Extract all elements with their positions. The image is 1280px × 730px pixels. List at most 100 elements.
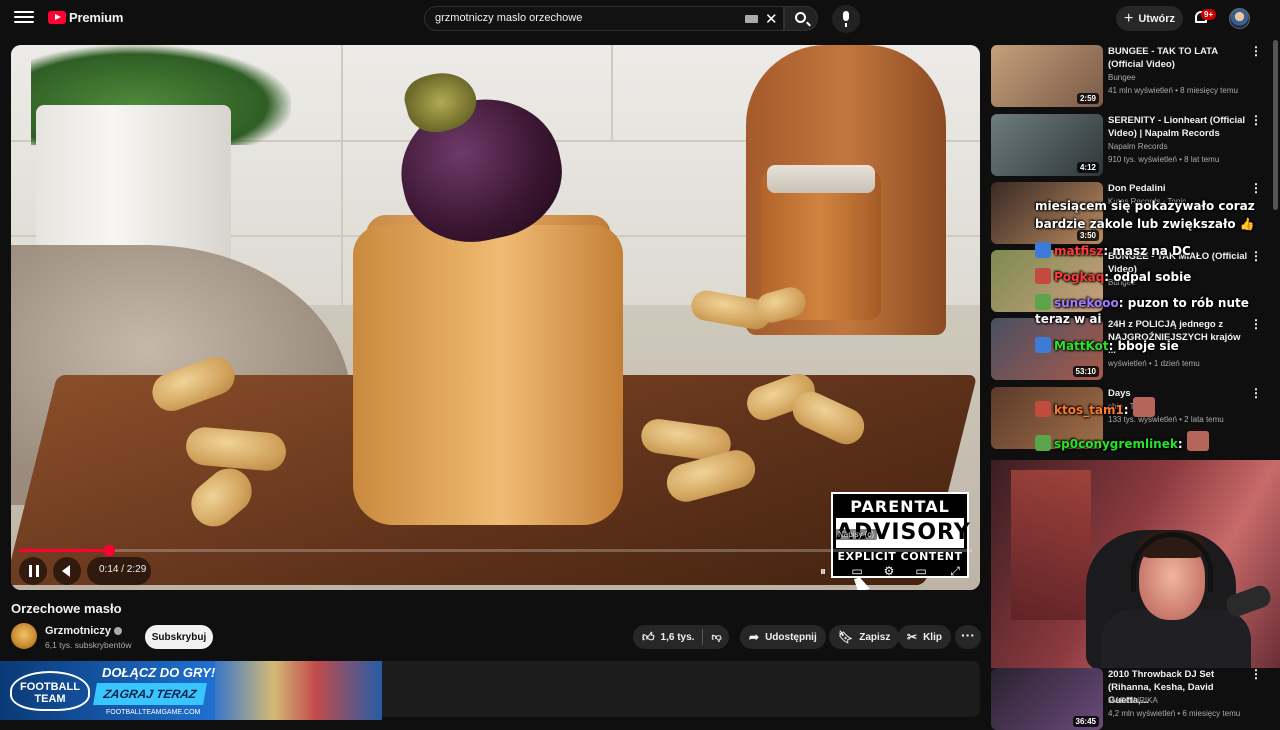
chat-message: matfisz: masz na DC: [1035, 242, 1191, 260]
like-count[interactable]: 1,6 tys.: [661, 632, 695, 643]
ad-logo: FOOTBALL TEAM: [10, 671, 90, 711]
autoplay-toggle-icon[interactable]: ⏸: [815, 565, 831, 578]
chat-message: sp0conygremlinek:: [1035, 431, 1209, 453]
share-button[interactable]: ➦ Udostępnij: [740, 625, 826, 649]
chat-text: : bboje sie: [1108, 339, 1179, 353]
sidebar-channel-name[interactable]: Bungee: [1108, 73, 1136, 82]
chat-message: bardzie zakole lub zwiększało 👍: [1035, 216, 1255, 233]
chat-username: MattKot: [1054, 339, 1109, 353]
more-options-icon[interactable]: ⋮: [1250, 114, 1262, 126]
chat-badge-icon: [1035, 435, 1051, 451]
more-actions-icon[interactable]: ···: [955, 625, 981, 649]
video-player[interactable]: PARENTAL ADVISORY EXPLICIT CONTENT 0:14 …: [11, 45, 980, 590]
subscriber-count: 6,1 tys. subskrybentów: [45, 640, 132, 650]
chat-badge-icon: [1035, 294, 1051, 310]
video-thumbnail[interactable]: 36:45: [991, 668, 1103, 730]
settings-gear-icon[interactable]: ⚙: [881, 565, 897, 578]
sidebar-video-title[interactable]: BUNGEE - TAK TO LATA (Official Video): [1108, 45, 1248, 71]
ad-cta-button[interactable]: ZAGRAJ TERAZ: [93, 683, 207, 705]
like-divider: [702, 629, 704, 645]
streamer-webcam: [991, 460, 1280, 668]
video-thumbnail[interactable]: 2:59: [991, 45, 1103, 107]
search-box[interactable]: grzmotniczy maslo orzechowe ✕: [424, 6, 784, 31]
youtube-premium-logo[interactable]: Premium: [48, 10, 123, 25]
more-options-icon[interactable]: ⋮: [1250, 45, 1262, 57]
chat-text: bardzie zakole lub zwiększało 👍: [1035, 217, 1255, 231]
chat-badge-icon: [1035, 337, 1051, 353]
ad-panel[interactable]: [382, 661, 980, 717]
scissors-icon: ✂: [907, 630, 918, 644]
account-avatar[interactable]: [1229, 8, 1250, 29]
channel-name[interactable]: Grzmotniczy: [45, 625, 111, 637]
menu-icon[interactable]: [14, 8, 34, 28]
subtitles-tooltip: Napisy (c): [835, 529, 878, 540]
clear-search-icon[interactable]: ✕: [765, 10, 778, 28]
create-button[interactable]: + Utwórz: [1116, 6, 1183, 31]
stream-chat-overlay: miesiącem się pokazywało coraz bardzie za…: [1035, 190, 1270, 455]
progress-fill: [19, 549, 109, 552]
progress-scrubber[interactable]: [103, 545, 115, 556]
scrollbar-thumb[interactable]: [1273, 40, 1278, 210]
progress-bar[interactable]: [19, 545, 972, 556]
clip-button[interactable]: ✂ Klip: [898, 625, 951, 649]
video-thumbnail[interactable]: 4:12: [991, 114, 1103, 176]
chat-message: ktos_tam1:: [1035, 397, 1155, 419]
notification-badge: 9+: [1201, 9, 1217, 20]
chat-message: sunekooo: puzon to rób nute: [1035, 294, 1249, 312]
ad-banner[interactable]: FOOTBALL TEAM DOŁĄCZ DO GRY! ZAGRAJ TERA…: [0, 661, 382, 720]
like-icon[interactable]: 👍︎: [642, 630, 655, 645]
bookmark-icon: 🔖︎: [838, 630, 854, 644]
sidebar-video-item[interactable]: 36:45 2010 Throwback DJ Set (Rihanna, Kes…: [991, 668, 1271, 730]
video-duration: 2:59: [1076, 93, 1099, 104]
keyboard-icon[interactable]: [745, 15, 758, 23]
channel-avatar[interactable]: [11, 623, 37, 649]
like-dislike-group: 👍︎ 1,6 tys. 👎︎: [633, 625, 729, 649]
theater-mode-icon[interactable]: ▭: [913, 565, 929, 578]
chat-username: ktos_tam1: [1054, 403, 1124, 417]
ad-url: FOOTBALLTEAMGAME.COM: [106, 709, 201, 716]
search-button[interactable]: [784, 6, 818, 31]
save-label: Zapisz: [859, 631, 891, 643]
youtube-play-icon: [48, 11, 66, 24]
time-display: 0:14 / 2:29: [87, 557, 151, 585]
mute-button[interactable]: [53, 557, 81, 585]
search-input[interactable]: grzmotniczy maslo orzechowe: [435, 12, 582, 24]
chat-username: sp0conygremlinek: [1054, 437, 1178, 451]
voice-search-button[interactable]: [832, 5, 860, 33]
chat-message: MattKot: bboje sie: [1035, 337, 1179, 355]
sidebar-video-meta: 4,2 mln wyświetleń • 6 miesięcy temu: [1108, 709, 1241, 718]
chat-text: : puzon to rób nute: [1118, 296, 1249, 310]
fullscreen-icon[interactable]: ⤢: [947, 565, 963, 578]
chat-badge-icon: [1035, 242, 1051, 258]
chat-badge-icon: [1035, 401, 1051, 417]
save-button[interactable]: 🔖︎ Zapisz: [829, 625, 900, 649]
video-duration: 4:12: [1076, 162, 1099, 173]
play-pause-button[interactable]: [19, 557, 47, 585]
top-bar: Premium grzmotniczy maslo orzechowe ✕ + U…: [0, 0, 1280, 36]
sidebar-video-item[interactable]: 2:59 BUNGEE - TAK TO LATA (Official Video…: [991, 45, 1271, 107]
subscribe-button[interactable]: Subskrybuj: [145, 625, 213, 649]
chat-message: teraz w ai: [1035, 311, 1102, 328]
sidebar-video-meta: 910 tys. wyświetleń • 8 lat temu: [1108, 155, 1220, 164]
chat-text: : masz na DC: [1103, 244, 1191, 258]
chat-message: miesiącem się pokazywało coraz: [1035, 198, 1255, 215]
more-options-icon[interactable]: ⋮: [1250, 668, 1262, 680]
volume-icon: [62, 565, 70, 577]
clip-label: Klip: [923, 631, 942, 643]
chat-username: sunekooo: [1054, 296, 1119, 310]
chat-text: miesiącem się pokazywało coraz: [1035, 199, 1255, 213]
share-icon: ➦: [749, 630, 760, 644]
channel-name-row[interactable]: Grzmotniczy: [45, 625, 123, 637]
sidebar-video-item[interactable]: 4:12 SERENITY - Lionheart (Official Video…: [991, 114, 1271, 176]
sidebar-video-title[interactable]: SERENITY - Lionheart (Official Video) | …: [1108, 114, 1248, 140]
logo-text: Premium: [69, 10, 124, 25]
sidebar-channel-name[interactable]: MADEINRIKA: [1108, 696, 1158, 705]
verified-icon: [114, 627, 123, 636]
chat-badge-icon: [1035, 268, 1051, 284]
advisory-line1: PARENTAL: [850, 497, 950, 516]
chat-emote-icon: [1132, 397, 1155, 417]
time-text: 0:14 / 2:29: [99, 564, 147, 575]
sidebar-channel-name[interactable]: Napalm Records: [1108, 142, 1168, 151]
ad-players-image: [215, 661, 382, 720]
dislike-icon[interactable]: 👎︎: [711, 631, 721, 643]
